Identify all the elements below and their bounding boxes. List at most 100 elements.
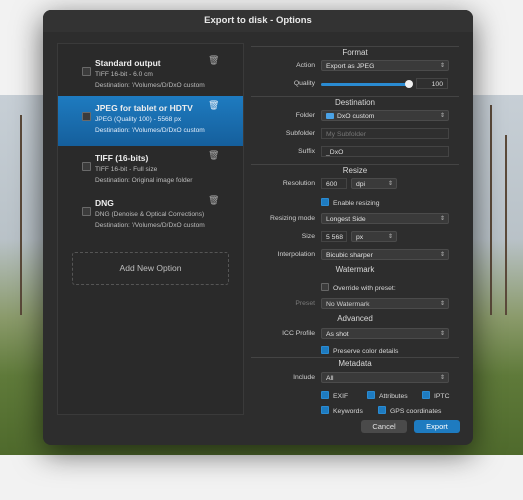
include-select[interactable]: All ⇕ (321, 372, 449, 383)
preset-format: DNG (Denoise & Optical Corrections) (95, 211, 205, 218)
attributes-checkbox[interactable]: Attributes (367, 391, 408, 400)
subfolder-label: Subfolder (285, 130, 315, 137)
watermark-preset-label: Preset (295, 300, 315, 307)
override-preset-label: Override with preset: (333, 285, 396, 292)
subfolder-input[interactable]: My Subfolder (321, 128, 449, 139)
export-dialog: Export to disk - Options Standard output… (43, 10, 473, 445)
checkbox-checked-icon (321, 198, 329, 206)
override-preset-checkbox[interactable]: Override with preset: (321, 283, 396, 292)
preset-checkbox[interactable] (82, 67, 91, 76)
folder-label: Folder (295, 112, 315, 119)
checkbox-checked-icon (367, 391, 375, 399)
preset-name: TIFF (16-bits) (95, 153, 149, 163)
quality-label: Quality (293, 80, 315, 87)
watermark-preset-value: No Watermark (326, 301, 370, 308)
chevron-updown-icon: ⇕ (387, 234, 393, 240)
iptc-checkbox[interactable]: IPTC (422, 391, 449, 400)
include-value: All (326, 375, 334, 382)
folder-select[interactable]: DxO custom ⇕ (321, 110, 449, 121)
preset-format: JPEG (Quality 100) - 5568 px (95, 116, 182, 123)
preset-format: TIFF 16-bit - 6.0 cm (95, 71, 153, 78)
suffix-input[interactable]: _DxO (321, 146, 449, 157)
preserve-color-label: Preserve color details (333, 348, 399, 355)
preset-checkbox[interactable] (82, 162, 91, 171)
exif-checkbox[interactable]: EXIF (321, 391, 348, 400)
preset-checkbox[interactable] (82, 207, 91, 216)
resizing-mode-label: Resizing mode (270, 215, 315, 222)
dialog-title: Export to disk - Options (43, 10, 473, 32)
trash-icon[interactable]: 🗑 (208, 195, 219, 205)
gps-checkbox[interactable]: GPS coordinates (378, 406, 441, 415)
section-advanced: Advanced (337, 314, 373, 323)
quality-slider-fill (321, 83, 409, 86)
cancel-button[interactable]: Cancel (361, 420, 407, 433)
resolution-unit-value: dpi (356, 181, 366, 188)
action-select[interactable]: Export as JPEG ⇕ (321, 60, 449, 71)
preset-jpeg-tablet-hdtv[interactable]: JPEG for tablet or HDTV JPEG (Quality 10… (58, 96, 243, 146)
interpolation-value: Bicubic sharper (326, 252, 373, 259)
section-metadata: Metadata (251, 357, 459, 370)
checkbox-unchecked-icon (321, 283, 329, 291)
watermark-preset-select[interactable]: No Watermark ⇕ (321, 298, 449, 309)
keywords-label: Keywords (333, 408, 363, 415)
folder-icon (326, 113, 334, 119)
preset-format: TIFF 16-bit - Full size (95, 166, 158, 173)
add-new-option-button[interactable]: Add New Option (72, 252, 229, 285)
interpolation-label: Interpolation (277, 251, 315, 258)
chevron-updown-icon: ⇕ (439, 331, 445, 337)
chevron-updown-icon: ⇕ (439, 63, 445, 69)
action-label: Action (296, 62, 315, 69)
icc-profile-select[interactable]: As shot ⇕ (321, 328, 449, 339)
resolution-unit-select[interactable]: dpi ⇕ (351, 178, 397, 189)
chevron-updown-icon: ⇕ (439, 216, 445, 222)
include-label: Include (293, 374, 315, 381)
preset-destination: Destination: Original image folder (95, 177, 193, 184)
preset-destination: Destination: '/Volumes/D/DxO custom (95, 127, 205, 134)
trash-icon[interactable]: 🗑 (208, 150, 219, 160)
preset-name: Standard output (95, 58, 161, 68)
chevron-updown-icon: ⇕ (439, 113, 445, 119)
section-destination: Destination (251, 96, 459, 109)
enable-resizing-checkbox[interactable]: Enable resizing (321, 198, 379, 207)
preset-destination: Destination: '/Volumes/D/DxO custom (95, 82, 205, 89)
preset-standard-output[interactable]: Standard output TIFF 16-bit - 6.0 cm Des… (58, 51, 243, 101)
presets-panel: Standard output TIFF 16-bit - 6.0 cm Des… (57, 43, 244, 415)
chevron-updown-icon: ⇕ (439, 375, 445, 381)
trash-icon[interactable]: 🗑 (208, 55, 219, 65)
section-watermark: Watermark (335, 265, 375, 274)
chevron-updown-icon: ⇕ (439, 301, 445, 307)
resolution-input[interactable]: 600 (321, 178, 347, 189)
section-resize: Resize (251, 164, 459, 177)
size-unit-value: px (356, 234, 364, 241)
size-unit-select[interactable]: px ⇕ (351, 231, 397, 242)
resizing-mode-select[interactable]: Longest Side ⇕ (321, 213, 449, 224)
folder-value: DxO custom (337, 113, 375, 120)
preset-name: JPEG for tablet or HDTV (95, 103, 193, 113)
icc-profile-value: As shot (326, 331, 349, 338)
checkbox-checked-icon (378, 406, 386, 414)
section-format: Format (251, 46, 459, 59)
chevron-updown-icon: ⇕ (387, 181, 393, 187)
preset-tiff-16[interactable]: TIFF (16-bits) TIFF 16-bit - Full size D… (58, 146, 243, 196)
preset-checkbox[interactable] (82, 112, 91, 121)
size-label: Size (301, 233, 315, 240)
preset-dng[interactable]: DNG DNG (Denoise & Optical Corrections) … (58, 191, 243, 241)
preset-destination: Destination: '/Volumes/D/DxO custom (95, 222, 205, 229)
options-panel: Format Action Export as JPEG ⇕ Quality 10… (251, 43, 459, 415)
quality-stepper[interactable]: 100 (416, 78, 448, 89)
suffix-label: Suffix (298, 148, 315, 155)
action-value: Export as JPEG (326, 63, 375, 70)
export-button[interactable]: Export (414, 420, 460, 433)
quality-slider[interactable] (321, 80, 413, 88)
resolution-label: Resolution (282, 180, 315, 187)
size-input[interactable]: 5 568 (321, 231, 347, 242)
keywords-checkbox[interactable]: Keywords (321, 406, 363, 415)
preserve-color-details-checkbox[interactable]: Preserve color details (321, 346, 398, 355)
quality-slider-knob[interactable] (405, 80, 413, 88)
checkbox-checked-icon (321, 346, 329, 354)
exif-label: EXIF (333, 393, 349, 400)
interpolation-select[interactable]: Bicubic sharper ⇕ (321, 249, 449, 260)
trash-icon[interactable]: 🗑 (208, 100, 219, 110)
gps-label: GPS coordinates (390, 408, 442, 415)
checkbox-checked-icon (321, 406, 329, 414)
